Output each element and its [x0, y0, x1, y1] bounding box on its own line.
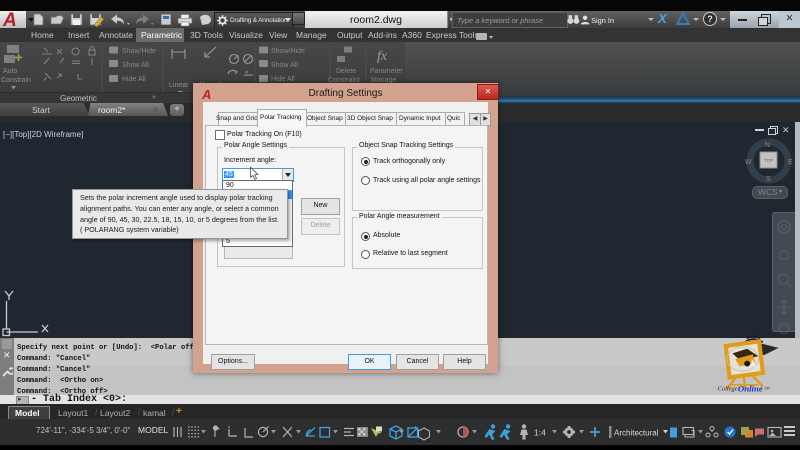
svg-text:Show All: Show All [271, 62, 298, 69]
svg-text:Architectural: Architectural [614, 429, 659, 438]
svg-text:W: W [745, 159, 752, 166]
svg-text:Online: Online [738, 383, 763, 393]
svg-text:TOP: TOP [764, 158, 773, 163]
svg-text:College: College [718, 385, 738, 392]
svg-text:Hide All: Hide All [122, 76, 146, 83]
svg-text:.in: .in [764, 385, 770, 391]
svg-text:fx: fx [377, 49, 388, 64]
svg-text:Show/Hide: Show/Hide [271, 48, 305, 55]
svg-text:Auto: Auto [3, 68, 18, 75]
svg-text:1:4: 1:4 [534, 428, 546, 438]
svg-text:Hide All: Hide All [271, 76, 295, 83]
svg-text:Parameter: Parameter [370, 68, 403, 75]
svg-text:Linear: Linear [169, 82, 189, 89]
svg-text:S: S [766, 176, 771, 183]
svg-text:Show All: Show All [122, 62, 149, 69]
svg-text:E: E [788, 159, 793, 166]
svg-text:N: N [765, 142, 770, 149]
svg-text:Show/Hide: Show/Hide [122, 48, 156, 55]
svg-text:Constrain: Constrain [1, 77, 31, 84]
svg-text:Delete: Delete [336, 68, 356, 75]
svg-text:Sign In: Sign In [591, 16, 614, 25]
